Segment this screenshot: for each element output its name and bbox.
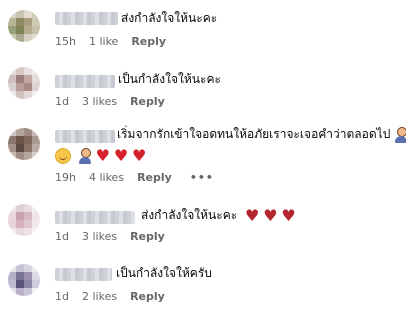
reply-button[interactable]: Reply (137, 171, 172, 184)
heart-icon: ♥ (263, 205, 278, 225)
like-count[interactable]: 2 likes (82, 290, 117, 303)
person-icon (394, 126, 406, 143)
red-heart-icon: ♥ (132, 145, 147, 165)
avatar[interactable] (8, 67, 40, 99)
like-count[interactable]: 3 likes (82, 95, 117, 108)
red-heart-icon: ♥ (113, 145, 129, 165)
person-icon (78, 147, 92, 164)
comment-meta: 19h 4 likes Reply ••• (55, 171, 227, 184)
reply-button[interactable]: Reply (130, 290, 165, 303)
commenter-name[interactable] (55, 211, 135, 224)
like-count[interactable]: 4 likes (89, 171, 124, 184)
comment-text-body: เริ่มจากรักเข้าใจอดทนให้อภัยเราจะเจอคำว่… (117, 127, 391, 141)
commenter-name[interactable] (55, 268, 112, 281)
comment-meta: 15h 1 like Reply (55, 35, 179, 48)
comment-text-body: ส่งกำลังใจให้นะคะ (141, 208, 238, 222)
comment-item: ส่งกำลังใจให้นะคะ ♥ ♥ ♥ 1d 3 likes Reply (0, 198, 406, 253)
comment-meta: 1d 2 likes Reply (55, 290, 178, 303)
like-count[interactable]: 1 like (89, 35, 118, 48)
comment-time[interactable]: 1d (55, 95, 69, 108)
avatar[interactable] (8, 10, 40, 42)
avatar[interactable] (8, 264, 40, 296)
commenter-name[interactable] (55, 12, 118, 25)
comment-item: เป็นกำลังใจให้นะคะ 1d 3 likes Reply (0, 60, 406, 115)
comment-meta: 1d 3 likes Reply (55, 230, 178, 243)
comment-emojis: ♥ ♥ ♥ (55, 146, 146, 164)
avatar[interactable] (8, 204, 40, 236)
comment-text: เป็นกำลังใจให้นะคะ (118, 72, 221, 86)
comment-text: ส่งกำลังใจให้นะคะ (121, 11, 218, 25)
comment-time[interactable]: 1d (55, 230, 69, 243)
commenter-name[interactable] (55, 130, 115, 143)
heart-icon: ♥ (281, 205, 296, 225)
smiling-face-icon (55, 147, 71, 164)
comment-item: ส่งกำลังใจให้นะคะ 15h 1 like Reply (0, 0, 406, 55)
comment-text: ส่งกำลังใจให้นะคะ ♥ ♥ ♥ (141, 206, 296, 224)
heart-icon: ♥ (245, 205, 260, 225)
avatar[interactable] (8, 128, 40, 160)
comment-time[interactable]: 19h (55, 171, 76, 184)
commenter-name[interactable] (55, 75, 115, 88)
red-heart-icon: ♥ (95, 145, 110, 165)
reply-button[interactable]: Reply (130, 95, 165, 108)
comment-text: เป็นกำลังใจให้ครับ (116, 266, 212, 280)
reply-button[interactable]: Reply (130, 230, 165, 243)
comment-time[interactable]: 15h (55, 35, 76, 48)
like-count[interactable]: 3 likes (82, 230, 117, 243)
comment-item: เป็นกำลังใจให้ครับ 1d 2 likes Reply (0, 258, 406, 314)
comment-time[interactable]: 1d (55, 290, 69, 303)
more-options-icon[interactable]: ••• (190, 171, 214, 184)
comment-item: เริ่มจากรักเข้าใจอดทนให้อภัยเราจะเจอคำว่… (0, 120, 406, 190)
comment-text: เริ่มจากรักเข้าใจอดทนให้อภัยเราจะเจอคำว่… (117, 125, 406, 143)
comment-meta: 1d 3 likes Reply (55, 95, 178, 108)
reply-button[interactable]: Reply (131, 35, 166, 48)
